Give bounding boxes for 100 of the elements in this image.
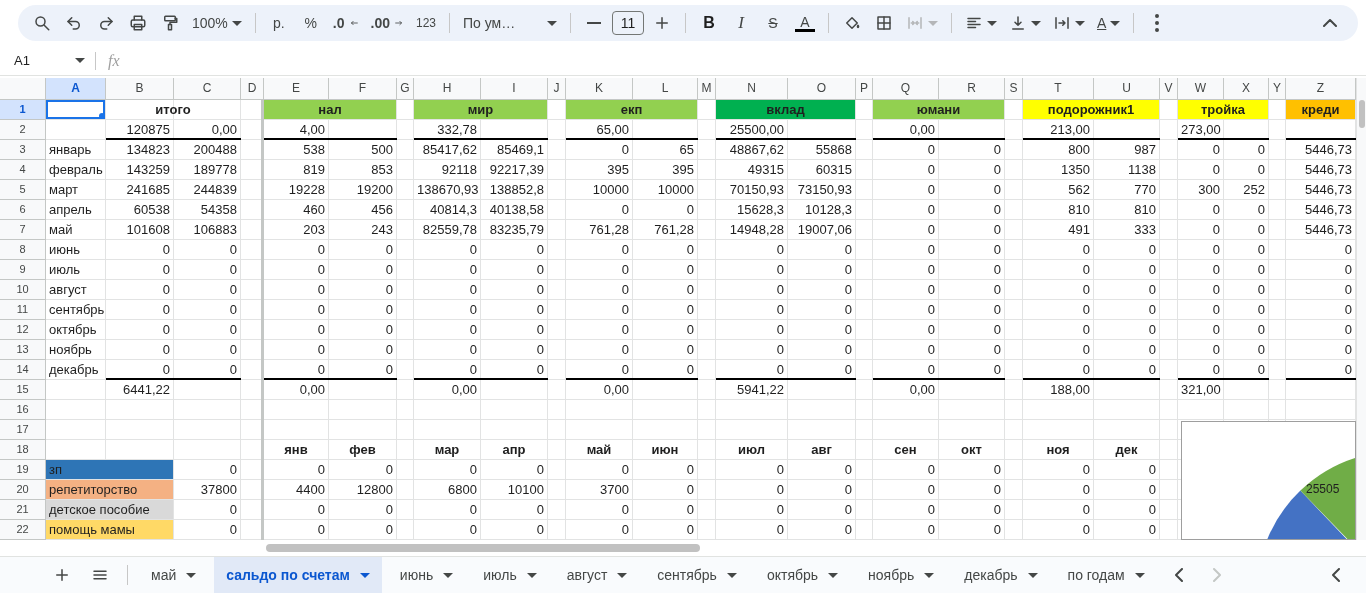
column-header[interactable]: D (241, 78, 264, 100)
row-header[interactable]: 19 (0, 460, 46, 480)
sheet-tab[interactable]: декабрь (952, 557, 1050, 593)
column-header[interactable]: B (106, 78, 174, 100)
sheet-tab[interactable]: июль (471, 557, 549, 593)
column-header[interactable]: E (264, 78, 329, 100)
row-header[interactable]: 17 (0, 420, 46, 440)
column-header[interactable]: X (1224, 78, 1269, 100)
table-cell-text: 6800 (447, 481, 478, 499)
font-size-field[interactable]: 11 (612, 11, 644, 35)
column-header[interactable]: W (1178, 78, 1224, 100)
row-header[interactable]: 11 (0, 300, 46, 320)
table-cell-text: 0 (228, 521, 238, 539)
percent-button[interactable]: % (296, 9, 325, 37)
row-header[interactable]: 10 (0, 280, 46, 300)
table-cell-text: 0 (843, 301, 853, 319)
selected-cell[interactable] (46, 100, 105, 119)
row-header[interactable]: 9 (0, 260, 46, 280)
column-header[interactable]: Z (1286, 78, 1356, 100)
table-cell-text: 0 (1211, 161, 1221, 179)
column-header[interactable]: S (1005, 78, 1023, 100)
table-cell-text: 106883 (192, 221, 238, 239)
table-cell-text: 0 (620, 141, 630, 159)
column-header[interactable]: H (414, 78, 481, 100)
row-header[interactable]: 6 (0, 200, 46, 220)
sheet-tab[interactable]: август (554, 557, 640, 593)
table-cell-text: 0 (992, 501, 1002, 519)
name-box[interactable]: A1 (0, 51, 96, 70)
row-header[interactable]: 15 (0, 380, 46, 400)
row-header[interactable]: 5 (0, 180, 46, 200)
table-cell-text: 0 (1343, 341, 1353, 359)
row-header[interactable]: 20 (0, 480, 46, 500)
column-header[interactable]: O (788, 78, 856, 100)
row-header[interactable]: 3 (0, 140, 46, 160)
text-color-button[interactable]: A (791, 9, 819, 37)
row-header[interactable]: 22 (0, 520, 46, 540)
column-header[interactable]: V (1160, 78, 1178, 100)
column-header[interactable]: C (174, 78, 241, 100)
table-cell-text: май (585, 441, 613, 459)
column-header[interactable]: G (397, 78, 414, 100)
table-cell-text: 0 (161, 261, 171, 279)
caret-icon (1027, 572, 1038, 578)
row-header[interactable]: 21 (0, 500, 46, 520)
row-header[interactable]: 4 (0, 160, 46, 180)
row-header[interactable]: 13 (0, 340, 46, 360)
sheet-tab[interactable]: по годам (1055, 557, 1157, 593)
number-format-button[interactable]: 123 (411, 9, 440, 37)
strikethrough-button[interactable]: S (759, 9, 787, 37)
row-header[interactable]: 18 (0, 440, 46, 460)
column-header[interactable]: J (548, 78, 566, 100)
decrease-decimals-button[interactable]: .0 (328, 9, 363, 37)
row-header[interactable]: 16 (0, 400, 46, 420)
row-header[interactable]: 14 (0, 360, 46, 380)
row-header[interactable]: 1 (0, 100, 46, 120)
table-cell-text: 0 (992, 221, 1002, 239)
zoom-dropdown[interactable]: 100% (188, 9, 246, 37)
column-header[interactable]: I (481, 78, 548, 100)
text-rotation-button[interactable]: A (1093, 9, 1125, 37)
sheet-tab[interactable]: октябрь (754, 557, 851, 593)
plus-icon (653, 14, 671, 32)
font-dropdown[interactable]: По ум… (459, 9, 561, 37)
column-header[interactable]: M (698, 78, 716, 100)
sheet-tab[interactable]: май (139, 557, 209, 593)
table-cell-text: 0 (535, 461, 545, 479)
column-header[interactable]: U (1094, 78, 1160, 100)
column-header[interactable]: N (716, 78, 788, 100)
increase-decimals-button[interactable]: .00 (366, 9, 408, 37)
column-header[interactable]: F (329, 78, 397, 100)
table-cell-text: 0 (1211, 141, 1221, 159)
column-header[interactable]: R (939, 78, 1005, 100)
horizontal-scrollbar[interactable] (266, 544, 700, 552)
column-header[interactable]: A (46, 78, 106, 100)
row-header[interactable]: 12 (0, 320, 46, 340)
table-cell-text: 5446,73 (1304, 141, 1353, 159)
table-cell-text: 0 (384, 361, 394, 379)
row-header[interactable]: 7 (0, 220, 46, 240)
italic-button[interactable]: I (727, 9, 755, 37)
sheet-tab[interactable]: сальдо по счетам (214, 557, 382, 593)
row-header[interactable]: 8 (0, 240, 46, 260)
table-cell-text: 0 (1211, 281, 1221, 299)
table-cell-text: 0 (685, 261, 695, 279)
bold-button[interactable]: B (695, 9, 723, 37)
column-header[interactable]: T (1023, 78, 1094, 100)
table-cell-text: 0 (316, 461, 326, 479)
sheet-tab[interactable]: июнь (387, 557, 466, 593)
table-cell-text: 0 (1081, 261, 1091, 279)
sheet-tab[interactable]: ноябрь (856, 557, 947, 593)
table-cell-text: 0 (926, 521, 936, 539)
column-header[interactable]: K (566, 78, 633, 100)
column-header[interactable]: P (856, 78, 873, 100)
sheet-tab[interactable]: сентябрь (645, 557, 749, 593)
table-cell-text: 0 (384, 521, 394, 539)
column-header[interactable]: Y (1269, 78, 1286, 100)
table-cell-text: янв (283, 441, 309, 459)
vertical-scrollbar[interactable] (1356, 78, 1366, 540)
column-header[interactable]: L (633, 78, 698, 100)
column-header[interactable]: Q (873, 78, 939, 100)
table-cell-text: 0 (992, 201, 1002, 219)
currency-button[interactable]: р. (264, 9, 293, 37)
row-header[interactable]: 2 (0, 120, 46, 140)
